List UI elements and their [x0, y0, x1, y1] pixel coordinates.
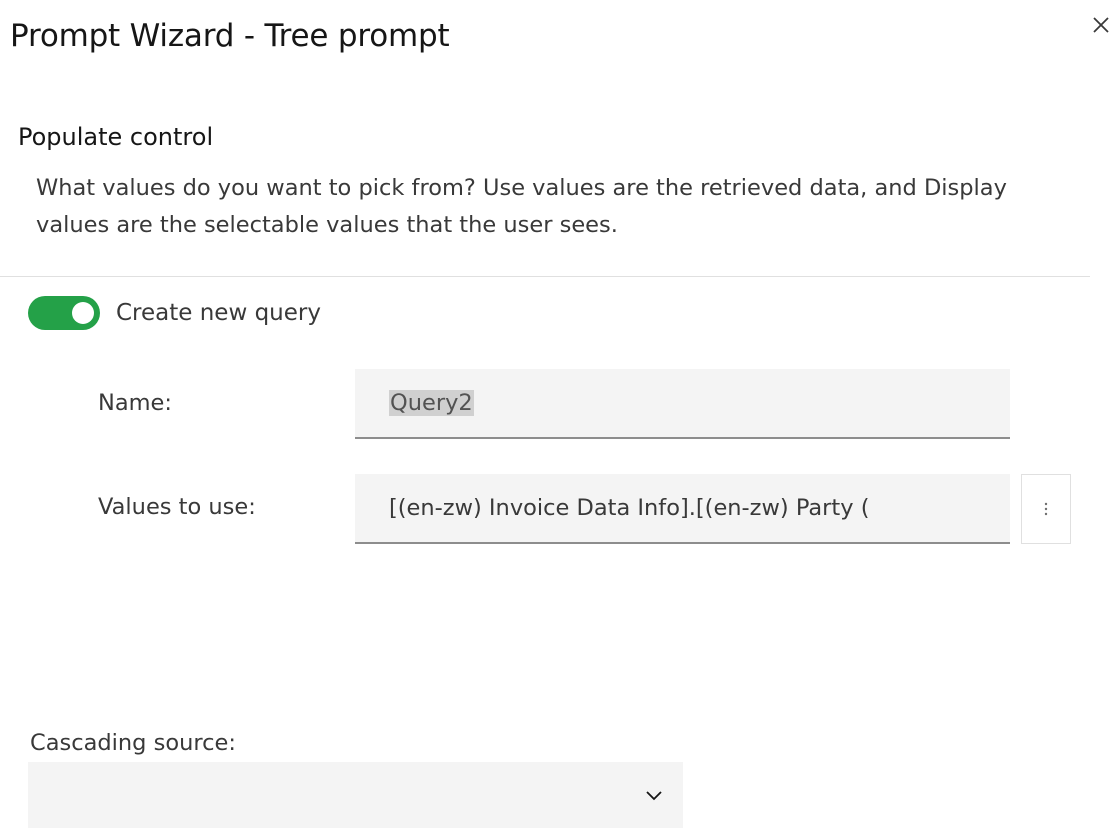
dialog-title: Prompt Wizard - Tree prompt	[10, 18, 450, 54]
values-to-use-label: Values to use:	[98, 494, 256, 520]
name-label: Name:	[98, 390, 172, 416]
create-new-query-toggle[interactable]	[28, 296, 100, 330]
overflow-menu-vertical-icon	[1044, 502, 1048, 516]
values-to-use-value: [(en-zw) Invoice Data Info].[(en-zw) Par…	[389, 495, 870, 521]
values-to-use-more-button[interactable]	[1021, 474, 1071, 544]
name-value: Query2	[389, 390, 474, 416]
section-description: What values do you want to pick from? Us…	[36, 175, 1007, 238]
cascading-source-label: Cascading source:	[30, 730, 236, 756]
cascading-source-select[interactable]	[28, 762, 683, 828]
create-new-query-toggle-row: Create new query	[28, 296, 321, 330]
values-to-use-input[interactable]: [(en-zw) Invoice Data Info].[(en-zw) Par…	[355, 474, 1010, 544]
chevron-down-icon	[646, 791, 662, 801]
section-heading: Populate control	[18, 123, 214, 151]
prompt-wizard-dialog: Prompt Wizard - Tree prompt Populate con…	[0, 0, 1119, 830]
close-button[interactable]	[1084, 8, 1118, 42]
toggle-knob	[72, 302, 94, 324]
toggle-label: Create new query	[116, 300, 321, 326]
name-input[interactable]: Query2	[355, 369, 1010, 439]
divider	[0, 276, 1090, 277]
close-icon	[1093, 17, 1109, 33]
